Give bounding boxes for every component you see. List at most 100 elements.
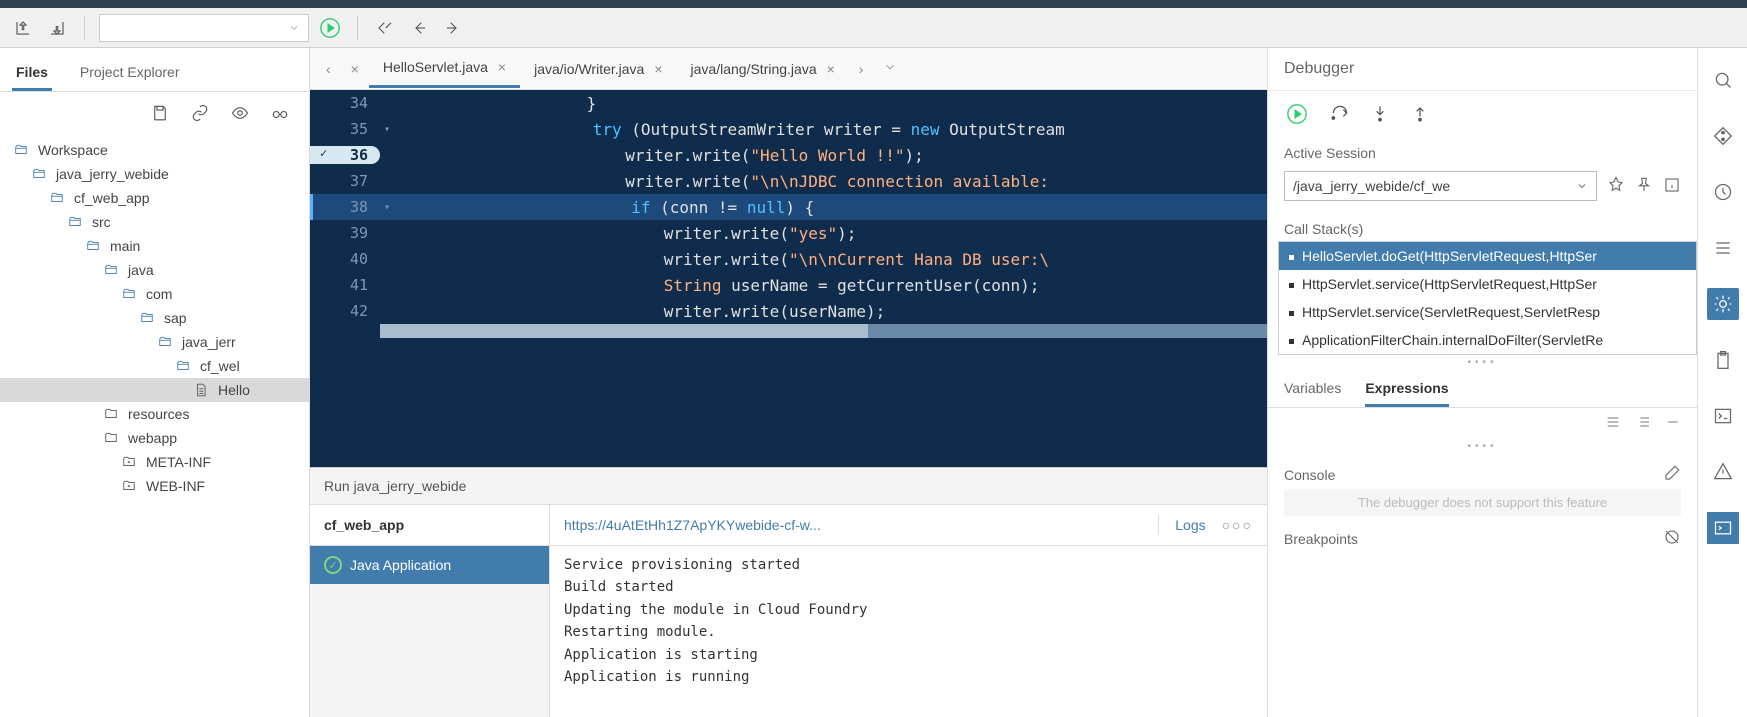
tree-item[interactable]: java xyxy=(0,258,309,282)
breakpoints-toggle-icon[interactable] xyxy=(1663,528,1681,549)
run-logs-link[interactable]: Logs xyxy=(1175,517,1205,533)
tree-item[interactable]: java_jerry_webide xyxy=(0,162,309,186)
tree-item[interactable]: resources xyxy=(0,402,309,426)
stack-frame[interactable]: HttpServlet.service(ServletRequest,Servl… xyxy=(1279,298,1696,326)
stack-frame[interactable]: HttpServlet.service(HttpServletRequest,H… xyxy=(1279,270,1696,298)
editor-tab-label: java/lang/String.java xyxy=(691,61,817,77)
run-item-java-application[interactable]: ✓ Java Application xyxy=(310,546,549,584)
tabs-dropdown-icon[interactable] xyxy=(873,54,907,83)
editor-tab[interactable]: java/lang/String.java × xyxy=(677,49,849,88)
outline-icon[interactable] xyxy=(1707,232,1739,264)
tree-item-label: Hello xyxy=(218,382,250,398)
console-line: Application is starting xyxy=(564,644,1253,666)
stack-frame[interactable]: HelloServlet.doGet(HttpServletRequest,Ht… xyxy=(1279,242,1696,270)
console-rail-icon[interactable] xyxy=(1707,512,1739,544)
search-icon[interactable] xyxy=(1707,64,1739,96)
tab-files[interactable]: Files xyxy=(12,56,52,91)
glasses-icon[interactable] xyxy=(267,100,293,126)
right-rail xyxy=(1697,48,1747,717)
step-into-icon[interactable] xyxy=(1370,103,1390,126)
folder-open-icon xyxy=(120,286,138,302)
tab-project-explorer[interactable]: Project Explorer xyxy=(76,56,184,91)
run-url-link[interactable]: https://4uAtEtHh1Z7ApYKYwebide-cf-w... xyxy=(564,517,1142,533)
tree-item[interactable]: WEB-INF xyxy=(0,474,309,498)
close-icon[interactable]: × xyxy=(498,59,506,75)
info-icon[interactable] xyxy=(1663,176,1681,197)
editor-tabstrip: ‹ × HelloServlet.java×java/io/Writer.jav… xyxy=(310,48,1267,90)
tree-item[interactable]: cf_wel xyxy=(0,354,309,378)
console-label: Console xyxy=(1284,467,1335,483)
eye-icon[interactable] xyxy=(227,100,253,126)
save-icon[interactable] xyxy=(147,100,173,126)
nav-last-edit-icon[interactable] xyxy=(372,15,398,41)
tree-item[interactable]: META-INF xyxy=(0,450,309,474)
nav-back-icon[interactable] xyxy=(406,15,432,41)
active-session-label: Active Session xyxy=(1268,137,1697,165)
editor-tab[interactable]: HelloServlet.java× xyxy=(369,49,520,88)
tree-item[interactable]: com xyxy=(0,282,309,306)
expr-action3-icon[interactable] xyxy=(1665,414,1681,433)
folder-open-icon xyxy=(174,358,192,374)
close-icon[interactable]: × xyxy=(827,61,835,77)
console-line: Updating the module in Cloud Foundry xyxy=(564,599,1253,621)
debug-resume-button[interactable] xyxy=(1284,101,1310,127)
terminal-icon[interactable] xyxy=(1707,400,1739,432)
history-icon[interactable] xyxy=(1707,176,1739,208)
editor-tab[interactable]: java/io/Writer.java× xyxy=(520,49,676,88)
tree-item-label: Workspace xyxy=(38,142,108,158)
console-line: Application is running xyxy=(564,666,1253,688)
folder-open-icon xyxy=(30,166,48,182)
tree-item[interactable]: sap xyxy=(0,306,309,330)
tree-item[interactable]: webapp xyxy=(0,426,309,450)
console-line: Restarting module. xyxy=(564,621,1253,643)
tree-item-label: java_jerry_webide xyxy=(56,166,169,182)
tree-item[interactable]: Workspace xyxy=(0,138,309,162)
run-button[interactable] xyxy=(317,15,343,41)
close-icon[interactable]: × xyxy=(654,61,662,77)
tree-item[interactable]: main xyxy=(0,234,309,258)
tree-item-label: WEB-INF xyxy=(146,478,205,494)
tree-item-label: java_jerr xyxy=(182,334,236,350)
pin-icon[interactable] xyxy=(1607,176,1625,197)
resize-handle-icon[interactable]: •••• xyxy=(1268,439,1697,454)
export-icon[interactable] xyxy=(44,15,70,41)
tab-expressions[interactable]: Expressions xyxy=(1365,380,1448,407)
tree-item[interactable]: Hello xyxy=(0,378,309,402)
tab-variables[interactable]: Variables xyxy=(1284,380,1341,407)
run-panel: Run java_jerry_webide cf_web_app ✓ Java … xyxy=(310,467,1267,717)
run-config-dropdown[interactable] xyxy=(99,14,309,42)
tree-item[interactable]: java_jerr xyxy=(0,330,309,354)
session-value: /java_jerry_webide/cf_we xyxy=(1293,178,1450,194)
resize-handle-icon[interactable]: •••• xyxy=(1268,355,1697,370)
eraser-icon[interactable] xyxy=(1663,464,1681,485)
folder-open-icon xyxy=(138,310,156,326)
problems-icon[interactable] xyxy=(1707,456,1739,488)
nav-forward-icon[interactable] xyxy=(440,15,466,41)
main-toolbar xyxy=(0,8,1747,48)
stack-frame[interactable]: ApplicationFilterChain.internalDoFilter(… xyxy=(1279,326,1696,354)
unpin-icon[interactable] xyxy=(1635,176,1653,197)
debugger-title: Debugger xyxy=(1268,48,1697,91)
debugger-icon[interactable] xyxy=(1707,288,1739,320)
step-out-icon[interactable] xyxy=(1410,103,1430,126)
import-icon[interactable] xyxy=(10,15,36,41)
console-line: Service provisioning started xyxy=(564,554,1253,576)
tree-item-label: src xyxy=(92,214,111,230)
step-over-icon[interactable] xyxy=(1330,103,1350,126)
tree-item[interactable]: cf_web_app xyxy=(0,186,309,210)
run-app-name[interactable]: cf_web_app xyxy=(310,505,549,546)
session-dropdown[interactable]: /java_jerry_webide/cf_we xyxy=(1284,171,1597,201)
code-editor[interactable]: 34 }35▾ try (OutputStreamWriter writer =… xyxy=(310,90,1267,467)
folder-open-icon xyxy=(12,142,30,158)
expr-action2-icon[interactable] xyxy=(1635,414,1651,433)
git-icon[interactable] xyxy=(1707,120,1739,152)
link-icon[interactable] xyxy=(187,100,213,126)
clipboard-icon[interactable] xyxy=(1707,344,1739,376)
tabs-close-icon[interactable]: × xyxy=(341,55,369,83)
tree-item[interactable]: src xyxy=(0,210,309,234)
tabs-prev-icon[interactable]: ‹ xyxy=(316,55,341,83)
folder-icon xyxy=(102,406,120,422)
run-more-icon[interactable]: ○○○ xyxy=(1222,517,1253,533)
expr-action1-icon[interactable] xyxy=(1605,414,1621,433)
tabs-next-icon[interactable]: › xyxy=(849,55,874,83)
